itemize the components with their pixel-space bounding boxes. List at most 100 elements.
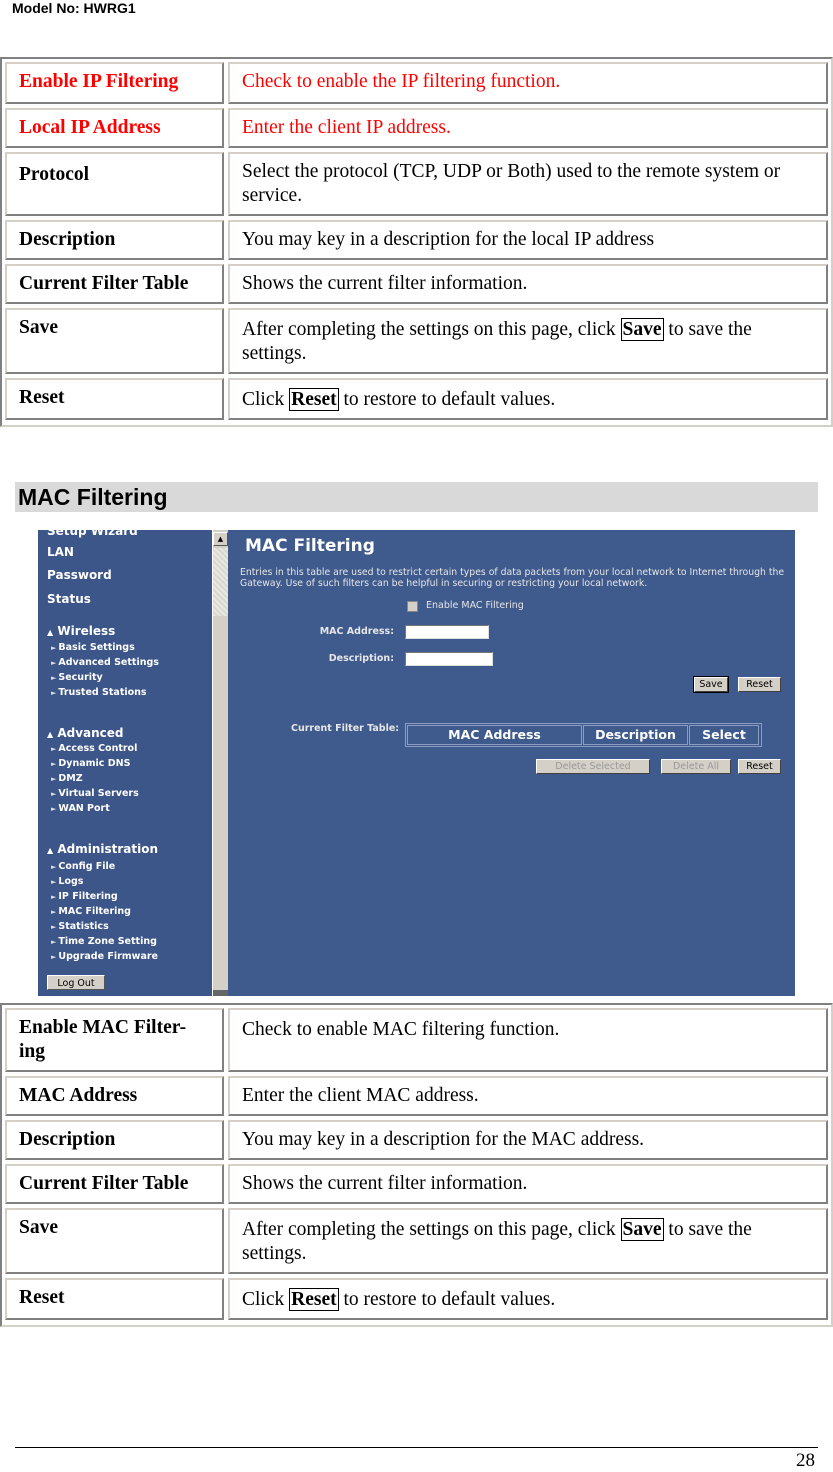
table-row: Protocol Select the protocol (TCP, UDP o… [5, 152, 828, 216]
term-cell: Reset [5, 378, 224, 420]
current-filter-table: MAC Address Description Select [405, 723, 762, 747]
item-label: Dynamic DNS [58, 758, 131, 769]
sidebar-item-wan-port[interactable]: ► WAN Port [51, 803, 110, 814]
reset-keyword: Reset [289, 1288, 339, 1311]
sidebar-item-upgrade-firmware[interactable]: ► Upgrade Firmware [51, 951, 158, 962]
collapse-triangle-icon: ▲ [47, 730, 54, 739]
sidebar-item-config-file[interactable]: ► Config File [51, 861, 115, 872]
group-label: Advanced [57, 726, 124, 740]
item-label: Config File [58, 861, 116, 872]
sidebar-scrollbar[interactable]: ▲ [212, 530, 228, 996]
save-keyword: Save [620, 318, 664, 341]
desc-text: Click [242, 389, 290, 410]
description-input[interactable] [405, 652, 493, 666]
model-number-header: Model No: HWRG1 [12, 0, 136, 16]
item-label: Virtual Servers [58, 788, 139, 799]
delete-selected-button[interactable]: Delete Selected [536, 759, 650, 774]
table-row: Reset Click Reset to restore to default … [5, 1278, 828, 1320]
sidebar-item-lan[interactable]: LAN [47, 545, 74, 559]
current-filter-table-label: Current Filter Table: [291, 723, 400, 734]
sidebar-group-administration[interactable]: ▲ Administration [47, 842, 158, 856]
enable-mac-filtering-checkbox[interactable] [407, 601, 418, 612]
section-heading: MAC Filtering [15, 482, 818, 512]
desc-text: After completing the settings on this pa… [242, 319, 621, 340]
sidebar-item-password[interactable]: Password [47, 568, 112, 582]
reset-table-button[interactable]: Reset [738, 759, 781, 774]
sidebar-item-status[interactable]: Status [47, 592, 91, 606]
arrow-right-icon: ► [51, 908, 57, 916]
desc-cell: Enter the client MAC address. [228, 1076, 828, 1116]
collapse-triangle-icon: ▲ [47, 846, 54, 855]
scroll-thumb[interactable] [213, 548, 228, 616]
term-cell: Protocol [5, 152, 224, 216]
desc-cell: Select the protocol (TCP, UDP or Both) u… [228, 152, 828, 216]
arrow-right-icon: ► [51, 923, 57, 931]
collapse-triangle-icon: ▲ [47, 628, 54, 637]
term-cell: Current Filter Table [5, 264, 224, 304]
sidebar-item-time-zone-setting[interactable]: ► Time Zone Setting [51, 936, 157, 947]
desc-cell: Enter the client IP address. [228, 108, 828, 148]
reset-keyword: Reset [289, 388, 339, 411]
arrow-right-icon: ► [51, 953, 57, 961]
group-label: Administration [57, 842, 159, 856]
arrow-right-icon: ► [51, 659, 57, 667]
table-row: Enable IP Filtering Check to enable the … [5, 62, 828, 104]
desc-cell: You may key in a description for the loc… [228, 220, 828, 260]
sidebar-item-setup-wizard[interactable]: Setup Wizard [47, 530, 138, 538]
sidebar-item-dmz[interactable]: ► DMZ [51, 773, 83, 784]
item-label: Security [58, 672, 103, 683]
table-row: MAC Address Enter the client MAC address… [5, 1076, 828, 1116]
sidebar-group-advanced[interactable]: ▲ Advanced [47, 726, 124, 740]
scroll-track-end [213, 990, 228, 996]
table-row: Save After completing the settings on th… [5, 1208, 828, 1274]
mac-filtering-table: Enable MAC Filter-ing Check to enable MA… [0, 1003, 833, 1327]
item-label: Upgrade Firmware [58, 951, 158, 962]
sidebar-item-statistics[interactable]: ► Statistics [51, 921, 109, 932]
sidebar-item-security[interactable]: ► Security [51, 672, 103, 683]
sidebar-item-ip-filtering[interactable]: ► IP Filtering [51, 891, 118, 902]
item-label: Advanced Settings [58, 657, 159, 668]
item-label: MAC Filtering [58, 906, 131, 917]
reset-button[interactable]: Reset [738, 677, 781, 692]
desc-cell: Check to enable the IP filtering functio… [228, 62, 828, 104]
scroll-up-arrow-icon[interactable]: ▲ [213, 532, 228, 546]
table-row: Current Filter Table Shows the current f… [5, 264, 828, 304]
sidebar: Setup Wizard LAN Password Status ▲ Wirel… [38, 530, 212, 996]
ip-filtering-table: Enable IP Filtering Check to enable the … [0, 57, 833, 427]
table-row: Reset Click Reset to restore to default … [5, 378, 828, 420]
footer-rule [15, 1447, 818, 1448]
sidebar-item-trusted-stations[interactable]: ► Trusted Stations [51, 687, 147, 698]
sidebar-item-dynamic-dns[interactable]: ► Dynamic DNS [51, 758, 130, 769]
mac-address-input[interactable] [405, 625, 489, 639]
sidebar-group-wireless[interactable]: ▲ Wireless [47, 624, 115, 638]
arrow-right-icon: ► [51, 644, 57, 652]
save-keyword: Save [620, 1218, 664, 1241]
table-row: Enable MAC Filter-ing Check to enable MA… [5, 1008, 828, 1072]
sidebar-item-basic-settings[interactable]: ► Basic Settings [51, 642, 135, 653]
description-label: Description: [328, 653, 394, 664]
item-label: Trusted Stations [58, 687, 147, 698]
term-cell: Enable MAC Filter-ing [5, 1008, 224, 1072]
table-row: Description You may key in a description… [5, 1120, 828, 1160]
item-label: Logs [58, 876, 84, 887]
desc-text: Click [242, 1289, 290, 1310]
sidebar-item-mac-filtering[interactable]: ► MAC Filtering [51, 906, 131, 917]
desc-cell: You may key in a description for the MAC… [228, 1120, 828, 1160]
arrow-right-icon: ► [51, 805, 57, 813]
save-button[interactable]: Save [693, 676, 729, 693]
term-cell: Local IP Address [5, 108, 224, 148]
sidebar-item-access-control[interactable]: ► Access Control [51, 743, 137, 754]
sidebar-item-virtual-servers[interactable]: ► Virtual Servers [51, 788, 139, 799]
item-label: DMZ [58, 773, 83, 784]
term-cell: Save [5, 308, 224, 374]
item-label: Access Control [58, 743, 138, 754]
sidebar-item-logs[interactable]: ► Logs [51, 876, 83, 887]
content-panel: MAC Filtering Entries in this table are … [228, 530, 795, 996]
delete-all-button[interactable]: Delete All [661, 759, 731, 774]
desc-text: to restore to default values. [338, 1289, 556, 1310]
sidebar-item-advanced-settings[interactable]: ► Advanced Settings [51, 657, 159, 668]
arrow-right-icon: ► [51, 863, 57, 871]
arrow-right-icon: ► [51, 878, 57, 886]
desc-cell: Shows the current filter information. [228, 264, 828, 304]
logout-button[interactable]: Log Out [47, 975, 105, 990]
